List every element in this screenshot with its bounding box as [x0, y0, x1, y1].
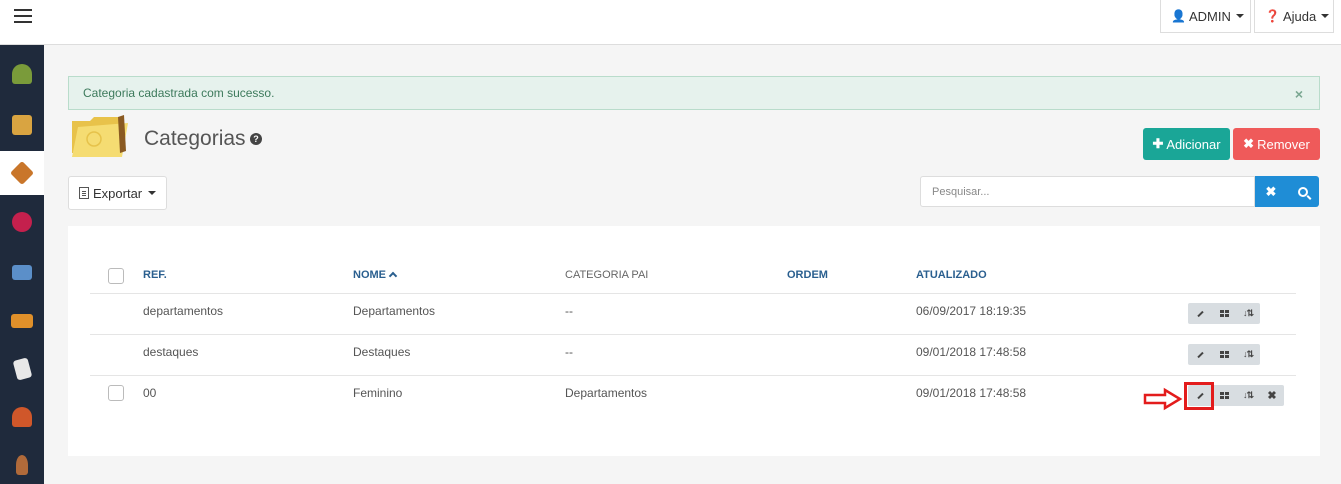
categories-icon [9, 160, 35, 186]
row-checkbox[interactable] [108, 385, 124, 401]
remove-button-label: Remover [1257, 136, 1310, 152]
close-icon: ✖ [1265, 183, 1277, 199]
column-header-atualizado[interactable]: ATUALIZADO [916, 269, 987, 281]
x-icon: ✖ [1243, 136, 1255, 151]
cell-ref: destaques [143, 345, 199, 359]
menu-toggle-icon[interactable] [14, 9, 32, 23]
question-icon: ❓ [1265, 9, 1280, 23]
pencil-icon [1196, 310, 1204, 317]
customers-icon [12, 407, 32, 427]
close-icon: ✖ [1267, 390, 1277, 402]
plus-icon: ✚ [1152, 136, 1164, 151]
subcategories-button[interactable] [1212, 344, 1236, 365]
edit-button[interactable] [1188, 303, 1212, 324]
cell-nome: Departamentos [353, 304, 436, 318]
sidebar-item-users[interactable] [0, 443, 44, 484]
sort-asc-icon [388, 271, 398, 281]
divider [90, 293, 1296, 294]
sidebar-item-products[interactable] [0, 103, 44, 147]
help-menu-button[interactable]: ❓ Ajuda [1254, 0, 1334, 33]
export-button-label: Exportar [93, 185, 143, 201]
folder-icon [72, 115, 128, 157]
banners-icon [12, 264, 32, 280]
shipping-icon [11, 314, 33, 328]
success-alert: Categoria cadastrada com sucesso. × [68, 76, 1320, 110]
select-all-checkbox[interactable] [108, 268, 124, 284]
remove-button[interactable]: ✖ Remover [1233, 128, 1320, 160]
column-header-ref[interactable]: REF. [143, 269, 167, 281]
cell-atualizado: 09/01/2018 17:48:58 [916, 386, 1027, 400]
sort-icon: ↓⇅ [1242, 390, 1254, 400]
grid-icon [1219, 310, 1229, 317]
orders-icon [12, 64, 32, 84]
user-menu-label: ADMIN [1188, 8, 1231, 24]
search-clear-button[interactable]: ✖ [1255, 176, 1287, 207]
search-input[interactable] [920, 176, 1255, 207]
sidebar-item-shipping[interactable] [0, 299, 44, 343]
grid-icon [1219, 351, 1229, 358]
table-panel [68, 226, 1320, 456]
sidebar-item-orders[interactable] [0, 52, 44, 96]
cell-atualizado: 09/01/2018 17:48:58 [916, 345, 1027, 359]
products-icon [12, 115, 32, 135]
search-icon [1298, 186, 1308, 197]
pencil-icon [1196, 351, 1204, 358]
sidebar [0, 45, 44, 484]
user-icon: 👤 [1171, 9, 1186, 23]
cell-categoria-pai: Departamentos [565, 386, 648, 400]
order-button[interactable]: ↓⇅ [1236, 385, 1260, 406]
chevron-down-icon [1321, 14, 1330, 18]
subcategories-button[interactable] [1212, 385, 1236, 406]
column-header-ordem[interactable]: ORDEM [787, 269, 828, 281]
top-bar: 👤 ADMIN ❓ Ajuda [0, 0, 1341, 45]
add-button-label: Adicionar [1166, 136, 1221, 152]
promotions-icon [12, 212, 32, 232]
cell-categoria-pai: -- [565, 304, 573, 318]
cell-ref: departamentos [143, 304, 224, 318]
search-button[interactable] [1287, 176, 1319, 207]
sort-icon: ↓⇅ [1242, 308, 1254, 318]
close-icon[interactable]: × [1295, 86, 1303, 102]
divider [90, 375, 1296, 376]
pages-icon [12, 357, 32, 381]
add-button[interactable]: ✚ Adicionar [1143, 128, 1230, 160]
annotation-highlight-box [1184, 382, 1214, 410]
cell-ref: 00 [143, 386, 157, 400]
document-icon [79, 187, 89, 199]
cell-atualizado: 06/09/2017 18:19:35 [916, 304, 1027, 318]
sidebar-item-promotions[interactable] [0, 200, 44, 244]
divider [90, 334, 1296, 335]
column-header-nome-label: NOME [353, 269, 386, 281]
subcategories-button[interactable] [1212, 303, 1236, 324]
order-button[interactable]: ↓⇅ [1236, 344, 1260, 365]
help-menu-label: Ajuda [1282, 8, 1317, 24]
delete-button[interactable]: ✖ [1260, 385, 1284, 406]
sidebar-item-pages[interactable] [0, 347, 44, 391]
order-button[interactable]: ↓⇅ [1236, 303, 1260, 324]
help-icon[interactable]: ? [250, 133, 262, 145]
grid-icon [1219, 392, 1229, 399]
annotation-arrow-icon [1143, 387, 1183, 411]
sidebar-item-categories[interactable] [0, 151, 44, 195]
sort-icon: ↓⇅ [1242, 349, 1254, 359]
users-icon [16, 455, 28, 475]
chevron-down-icon [1235, 14, 1244, 18]
export-button[interactable]: Exportar [68, 176, 167, 210]
chevron-down-icon [148, 191, 157, 195]
alert-message: Categoria cadastrada com sucesso. [83, 86, 275, 100]
edit-button[interactable] [1188, 344, 1212, 365]
row-actions: ↓⇅ [1188, 344, 1260, 365]
column-header-nome[interactable]: NOME [353, 269, 398, 281]
cell-nome: Destaques [353, 345, 411, 359]
cell-categoria-pai: -- [565, 345, 573, 359]
page-title: Categorias [144, 127, 246, 150]
sidebar-item-banners[interactable] [0, 250, 44, 294]
row-actions: ↓⇅ [1188, 303, 1260, 324]
column-header-categoria-pai[interactable]: CATEGORIA PAI [565, 269, 648, 281]
cell-nome: Feminino [353, 386, 403, 400]
sidebar-item-customers[interactable] [0, 395, 44, 439]
user-menu-button[interactable]: 👤 ADMIN [1160, 0, 1251, 33]
